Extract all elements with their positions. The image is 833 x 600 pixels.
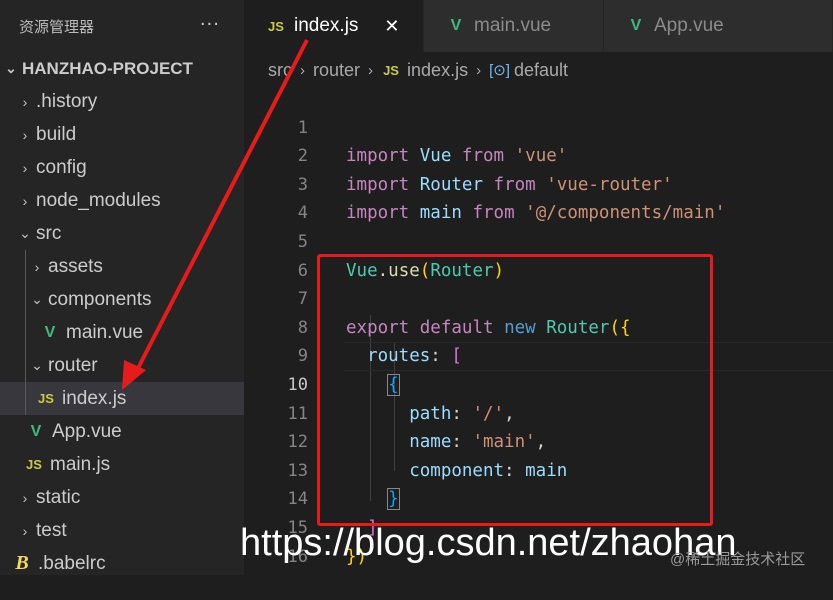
chevron-down-icon: ⌄ <box>5 60 17 76</box>
tree-item-label: src <box>36 222 62 244</box>
explorer-sidebar: 资源管理器 ··· ⌄ HANZHAO-PROJECT › .history ›… <box>0 0 244 575</box>
code-line-4: 4 <box>244 171 833 223</box>
chevron-right-icon: › <box>34 258 40 275</box>
tree-item-label: index.js <box>62 387 127 409</box>
chevron-right-icon: › <box>22 159 28 176</box>
breadcrumb-router[interactable]: router <box>313 60 360 81</box>
chevron-right-icon: › <box>22 522 28 539</box>
tree-item-label: .history <box>36 90 98 112</box>
babel-file-icon: B <box>15 552 29 574</box>
code-line-3: 3 import main from '@/components/main' <box>244 142 833 224</box>
js-file-icon: JS <box>383 62 399 78</box>
code-line-5: 5 Vue.use(Router) <box>244 199 833 281</box>
tree-item-assets[interactable]: › assets <box>0 250 244 283</box>
tree-item-label: static <box>36 486 81 508</box>
tree-item-config[interactable]: › config <box>0 151 244 184</box>
tree-item-label: test <box>36 519 67 541</box>
tree-item-src[interactable]: ⌄ src <box>0 217 244 250</box>
explorer-header: 资源管理器 ··· <box>0 0 244 52</box>
chevron-right-icon: › <box>22 93 28 110</box>
chevron-right-icon: › <box>22 192 28 209</box>
indent-guide <box>25 250 26 283</box>
breadcrumb-symbol[interactable]: default <box>514 60 568 81</box>
tree-item-components[interactable]: ⌄ components <box>0 283 244 316</box>
vue-file-icon: V <box>450 17 462 34</box>
tree-item-build[interactable]: › build <box>0 118 244 151</box>
vue-file-icon: V <box>44 323 56 341</box>
tree-item-label: .babelrc <box>38 552 106 574</box>
tree-item-label: main.vue <box>66 321 144 343</box>
highlight-box <box>317 254 713 526</box>
tab-label: App.vue <box>654 15 724 36</box>
project-root[interactable]: ⌄ HANZHAO-PROJECT <box>0 52 244 85</box>
chevron-right-icon: › <box>300 61 305 79</box>
chevron-down-icon: ⌄ <box>31 357 43 373</box>
tree-item-static[interactable]: › static <box>0 481 244 514</box>
tree-item-label: App.vue <box>52 420 122 442</box>
tab-main-vue[interactable]: V main.vue <box>424 0 604 52</box>
tree-item-label: assets <box>48 255 103 277</box>
tab-label: main.vue <box>474 15 552 36</box>
code-line-2: 2 import Router from 'vue-router' <box>244 114 833 195</box>
chevron-down-icon: ⌄ <box>19 225 31 241</box>
js-file-icon: JS <box>26 457 42 472</box>
chevron-right-icon: › <box>476 61 482 79</box>
tree-item-label: node_modules <box>36 189 161 211</box>
vue-file-icon: V <box>630 17 642 34</box>
breadcrumb: src › router › JS index.js › [⊙] default <box>268 56 568 84</box>
indent-guide <box>25 382 26 415</box>
tab-label: index.js <box>294 15 359 36</box>
tree-item-label: build <box>36 123 77 145</box>
chevron-right-icon: › <box>22 489 28 506</box>
tree-item-main-vue[interactable]: V main.vue <box>0 316 244 349</box>
close-icon[interactable]: ✕ <box>384 16 399 37</box>
breadcrumb-file[interactable]: index.js <box>407 60 468 81</box>
symbol-object-icon: [⊙] <box>489 62 510 79</box>
tree-item-main-js[interactable]: JS main.js <box>0 448 244 481</box>
chevron-right-icon: › <box>368 61 374 79</box>
tree-item-test[interactable]: › test <box>0 514 244 547</box>
vue-file-icon: V <box>30 422 42 440</box>
tab-app-vue[interactable]: V App.vue <box>604 0 833 52</box>
watermark-community: @稀土掘金技术社区 <box>670 551 806 568</box>
more-actions-icon[interactable]: ··· <box>200 14 220 35</box>
chevron-down-icon: ⌄ <box>31 291 43 307</box>
tree-item-label: components <box>48 288 152 310</box>
indent-guide <box>25 349 26 382</box>
js-file-icon: JS <box>38 391 54 406</box>
tree-item-history[interactable]: › .history <box>0 85 244 118</box>
tree-item-label: router <box>48 354 98 376</box>
tree-item-app-vue[interactable]: V App.vue <box>0 415 244 448</box>
tree-item-router[interactable]: ⌄ router <box>0 349 244 382</box>
project-name: HANZHAO-PROJECT <box>22 58 193 78</box>
tab-index-js[interactable]: JS index.js ✕ <box>244 0 424 52</box>
breadcrumb-src[interactable]: src <box>268 60 292 81</box>
code-line-1: 1 import Vue from 'vue' <box>244 85 833 167</box>
tree-item-label: main.js <box>50 453 111 475</box>
tree-item-node-modules[interactable]: › node_modules <box>0 184 244 217</box>
indent-guide <box>25 283 26 316</box>
tree-item-label: config <box>36 156 87 178</box>
tree-item-index-js[interactable]: JS index.js <box>0 382 244 415</box>
watermark-url: https://blog.csdn.net/zhaohan <box>240 522 737 564</box>
editor-tabs: JS index.js ✕ V main.vue V App.vue <box>244 0 833 52</box>
indent-guide <box>25 316 26 349</box>
js-file-icon: JS <box>268 18 284 34</box>
explorer-title: 资源管理器 <box>19 17 95 36</box>
code-line-6: 6 <box>244 228 833 281</box>
tree-item-babelrc[interactable]: B .babelrc <box>0 547 244 580</box>
chevron-right-icon: › <box>22 126 28 143</box>
